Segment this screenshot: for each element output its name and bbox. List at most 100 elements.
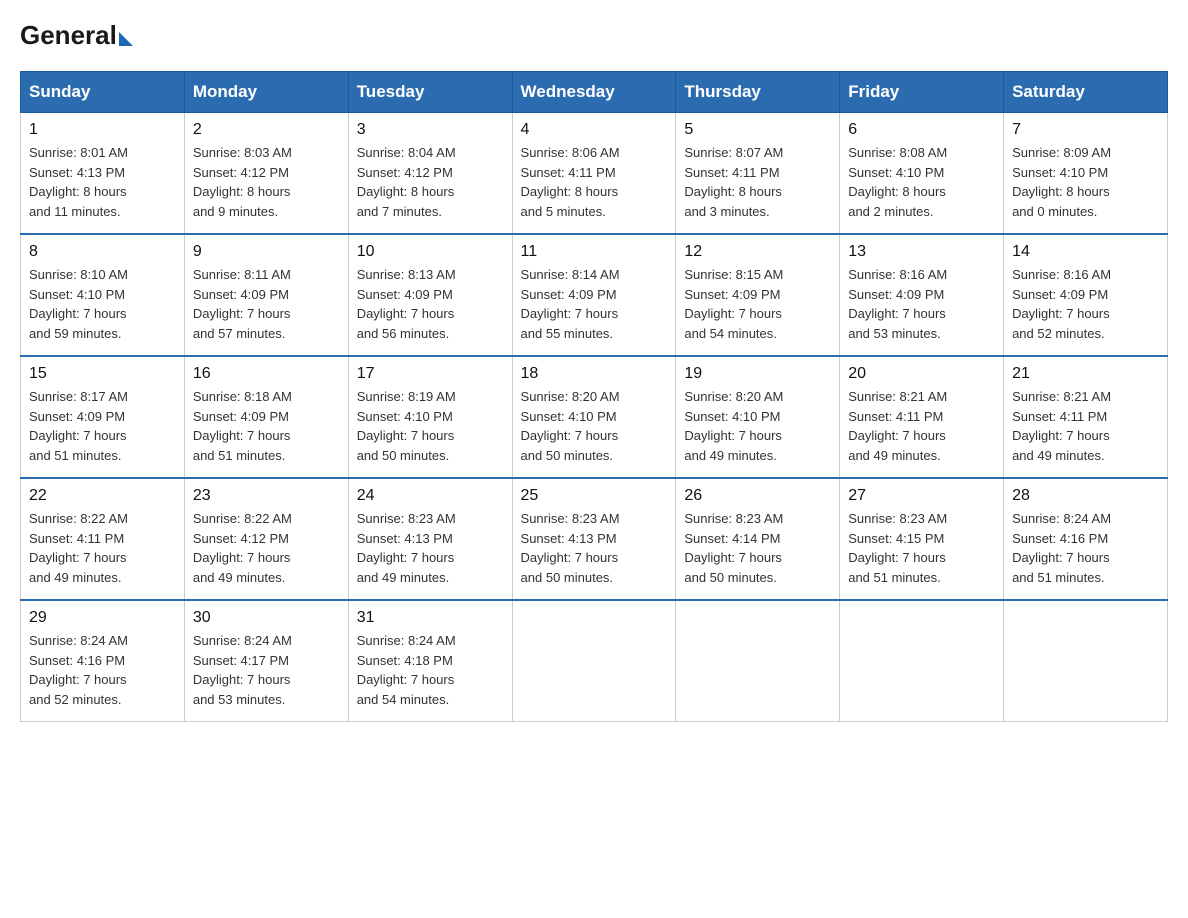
day-info: Sunrise: 8:18 AMSunset: 4:09 PMDaylight:…	[193, 387, 340, 465]
day-number: 21	[1012, 365, 1159, 383]
calendar-week-row: 15 Sunrise: 8:17 AMSunset: 4:09 PMDayligh…	[21, 356, 1168, 478]
day-info: Sunrise: 8:19 AMSunset: 4:10 PMDaylight:…	[357, 387, 504, 465]
day-info: Sunrise: 8:04 AMSunset: 4:12 PMDaylight:…	[357, 143, 504, 221]
day-info: Sunrise: 8:14 AMSunset: 4:09 PMDaylight:…	[521, 265, 668, 343]
day-info: Sunrise: 8:24 AMSunset: 4:16 PMDaylight:…	[29, 631, 176, 709]
day-info: Sunrise: 8:06 AMSunset: 4:11 PMDaylight:…	[521, 143, 668, 221]
logo-triangle-icon	[119, 32, 133, 46]
day-number: 26	[684, 487, 831, 505]
calendar-cell: 23 Sunrise: 8:22 AMSunset: 4:12 PMDayligh…	[184, 478, 348, 600]
calendar-cell: 16 Sunrise: 8:18 AMSunset: 4:09 PMDayligh…	[184, 356, 348, 478]
day-number: 18	[521, 365, 668, 383]
day-info: Sunrise: 8:24 AMSunset: 4:17 PMDaylight:…	[193, 631, 340, 709]
day-number: 16	[193, 365, 340, 383]
day-number: 6	[848, 121, 995, 139]
calendar-cell: 22 Sunrise: 8:22 AMSunset: 4:11 PMDayligh…	[21, 478, 185, 600]
calendar-cell: 21 Sunrise: 8:21 AMSunset: 4:11 PMDayligh…	[1004, 356, 1168, 478]
calendar-cell: 17 Sunrise: 8:19 AMSunset: 4:10 PMDayligh…	[348, 356, 512, 478]
day-number: 24	[357, 487, 504, 505]
day-number: 2	[193, 121, 340, 139]
day-number: 1	[29, 121, 176, 139]
calendar-cell: 25 Sunrise: 8:23 AMSunset: 4:13 PMDayligh…	[512, 478, 676, 600]
calendar-cell: 29 Sunrise: 8:24 AMSunset: 4:16 PMDayligh…	[21, 600, 185, 722]
calendar-cell: 3 Sunrise: 8:04 AMSunset: 4:12 PMDaylight…	[348, 113, 512, 235]
day-info: Sunrise: 8:20 AMSunset: 4:10 PMDaylight:…	[684, 387, 831, 465]
day-of-week-header: Thursday	[676, 72, 840, 113]
logo: General	[20, 20, 133, 51]
day-number: 23	[193, 487, 340, 505]
calendar-table: SundayMondayTuesdayWednesdayThursdayFrid…	[20, 71, 1168, 722]
calendar-cell: 13 Sunrise: 8:16 AMSunset: 4:09 PMDayligh…	[840, 234, 1004, 356]
calendar-cell: 10 Sunrise: 8:13 AMSunset: 4:09 PMDayligh…	[348, 234, 512, 356]
day-number: 31	[357, 609, 504, 627]
day-info: Sunrise: 8:15 AMSunset: 4:09 PMDaylight:…	[684, 265, 831, 343]
day-number: 15	[29, 365, 176, 383]
day-number: 3	[357, 121, 504, 139]
day-info: Sunrise: 8:10 AMSunset: 4:10 PMDaylight:…	[29, 265, 176, 343]
day-info: Sunrise: 8:23 AMSunset: 4:15 PMDaylight:…	[848, 509, 995, 587]
day-number: 25	[521, 487, 668, 505]
calendar-cell: 11 Sunrise: 8:14 AMSunset: 4:09 PMDayligh…	[512, 234, 676, 356]
calendar-cell: 2 Sunrise: 8:03 AMSunset: 4:12 PMDaylight…	[184, 113, 348, 235]
calendar-header-row: SundayMondayTuesdayWednesdayThursdayFrid…	[21, 72, 1168, 113]
day-number: 7	[1012, 121, 1159, 139]
day-number: 30	[193, 609, 340, 627]
calendar-cell: 14Sunrise: 8:16 AMSunset: 4:09 PMDayligh…	[1004, 234, 1168, 356]
day-info: Sunrise: 8:13 AMSunset: 4:09 PMDaylight:…	[357, 265, 504, 343]
day-info: Sunrise: 8:01 AMSunset: 4:13 PMDaylight:…	[29, 143, 176, 221]
calendar-cell: 5 Sunrise: 8:07 AMSunset: 4:11 PMDaylight…	[676, 113, 840, 235]
day-number: 29	[29, 609, 176, 627]
calendar-cell: 1 Sunrise: 8:01 AMSunset: 4:13 PMDaylight…	[21, 113, 185, 235]
calendar-cell: 27 Sunrise: 8:23 AMSunset: 4:15 PMDayligh…	[840, 478, 1004, 600]
day-info: Sunrise: 8:09 AMSunset: 4:10 PMDaylight:…	[1012, 143, 1159, 221]
logo-general-text: General	[20, 20, 117, 51]
day-of-week-header: Saturday	[1004, 72, 1168, 113]
day-info: Sunrise: 8:03 AMSunset: 4:12 PMDaylight:…	[193, 143, 340, 221]
calendar-cell: 12 Sunrise: 8:15 AMSunset: 4:09 PMDayligh…	[676, 234, 840, 356]
day-number: 5	[684, 121, 831, 139]
day-number: 17	[357, 365, 504, 383]
calendar-cell: 28Sunrise: 8:24 AMSunset: 4:16 PMDayligh…	[1004, 478, 1168, 600]
calendar-week-row: 8 Sunrise: 8:10 AMSunset: 4:10 PMDaylight…	[21, 234, 1168, 356]
day-info: Sunrise: 8:23 AMSunset: 4:14 PMDaylight:…	[684, 509, 831, 587]
day-of-week-header: Sunday	[21, 72, 185, 113]
day-number: 12	[684, 243, 831, 261]
calendar-cell: 18 Sunrise: 8:20 AMSunset: 4:10 PMDayligh…	[512, 356, 676, 478]
day-number: 10	[357, 243, 504, 261]
day-info: Sunrise: 8:21 AMSunset: 4:11 PMDaylight:…	[848, 387, 995, 465]
day-info: Sunrise: 8:22 AMSunset: 4:11 PMDaylight:…	[29, 509, 176, 587]
calendar-cell: 4Sunrise: 8:06 AMSunset: 4:11 PMDaylight…	[512, 113, 676, 235]
day-info: Sunrise: 8:11 AMSunset: 4:09 PMDaylight:…	[193, 265, 340, 343]
calendar-cell: 20Sunrise: 8:21 AMSunset: 4:11 PMDayligh…	[840, 356, 1004, 478]
calendar-cell	[840, 600, 1004, 722]
day-number: 27	[848, 487, 995, 505]
calendar-cell: 31 Sunrise: 8:24 AMSunset: 4:18 PMDayligh…	[348, 600, 512, 722]
day-info: Sunrise: 8:22 AMSunset: 4:12 PMDaylight:…	[193, 509, 340, 587]
day-number: 8	[29, 243, 176, 261]
day-info: Sunrise: 8:08 AMSunset: 4:10 PMDaylight:…	[848, 143, 995, 221]
day-info: Sunrise: 8:21 AMSunset: 4:11 PMDaylight:…	[1012, 387, 1159, 465]
calendar-cell: 15 Sunrise: 8:17 AMSunset: 4:09 PMDayligh…	[21, 356, 185, 478]
page-header: General	[20, 20, 1168, 51]
calendar-week-row: 1 Sunrise: 8:01 AMSunset: 4:13 PMDaylight…	[21, 113, 1168, 235]
day-info: Sunrise: 8:07 AMSunset: 4:11 PMDaylight:…	[684, 143, 831, 221]
calendar-cell	[676, 600, 840, 722]
day-info: Sunrise: 8:17 AMSunset: 4:09 PMDaylight:…	[29, 387, 176, 465]
day-info: Sunrise: 8:23 AMSunset: 4:13 PMDaylight:…	[521, 509, 668, 587]
calendar-cell: 9Sunrise: 8:11 AMSunset: 4:09 PMDaylight…	[184, 234, 348, 356]
day-info: Sunrise: 8:20 AMSunset: 4:10 PMDaylight:…	[521, 387, 668, 465]
day-info: Sunrise: 8:16 AMSunset: 4:09 PMDaylight:…	[848, 265, 995, 343]
calendar-week-row: 29 Sunrise: 8:24 AMSunset: 4:16 PMDayligh…	[21, 600, 1168, 722]
calendar-cell: 24Sunrise: 8:23 AMSunset: 4:13 PMDayligh…	[348, 478, 512, 600]
day-of-week-header: Wednesday	[512, 72, 676, 113]
calendar-cell: 7 Sunrise: 8:09 AMSunset: 4:10 PMDaylight…	[1004, 113, 1168, 235]
day-of-week-header: Friday	[840, 72, 1004, 113]
calendar-cell: 26 Sunrise: 8:23 AMSunset: 4:14 PMDayligh…	[676, 478, 840, 600]
day-number: 13	[848, 243, 995, 261]
day-of-week-header: Monday	[184, 72, 348, 113]
day-number: 11	[521, 243, 668, 261]
calendar-cell: 6 Sunrise: 8:08 AMSunset: 4:10 PMDaylight…	[840, 113, 1004, 235]
day-info: Sunrise: 8:24 AMSunset: 4:18 PMDaylight:…	[357, 631, 504, 709]
day-number: 22	[29, 487, 176, 505]
day-number: 14	[1012, 243, 1159, 261]
